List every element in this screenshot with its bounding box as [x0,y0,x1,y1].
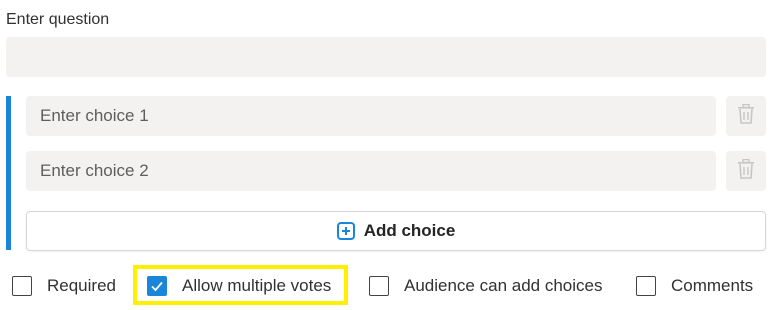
allow-multiple-votes-checkbox[interactable] [147,276,167,296]
question-input[interactable] [6,37,766,77]
trash-icon [737,158,755,184]
required-option[interactable]: Required [12,274,116,298]
allow-multiple-votes-option[interactable]: Allow multiple votes [147,274,331,298]
add-choice-button[interactable]: Add choice [26,211,766,251]
checkmark-icon [151,281,163,292]
audience-add-choices-label: Audience can add choices [404,276,603,295]
choice-2-input[interactable] [26,151,716,191]
required-label: Required [47,276,116,295]
comments-option[interactable]: Comments [636,274,753,298]
audience-add-choices-checkbox[interactable] [369,276,389,296]
add-choice-label: Add choice [363,221,456,240]
required-checkbox[interactable] [12,276,32,296]
allow-multiple-votes-label: Allow multiple votes [182,276,332,295]
poll-editor: Enter question Enter choice 1 Enter choi… [0,0,769,310]
comments-checkbox[interactable] [636,276,656,296]
comments-label: Comments [671,276,754,295]
choices-accent-bar [6,96,11,250]
delete-choice-2-button[interactable] [726,151,766,191]
trash-icon [737,103,755,129]
plus-square-icon [336,222,355,240]
choice-1-input[interactable] [26,96,716,136]
delete-choice-1-button[interactable] [726,96,766,136]
question-label: Enter question [6,11,110,28]
audience-add-choices-option[interactable]: Audience can add choices [369,274,602,298]
